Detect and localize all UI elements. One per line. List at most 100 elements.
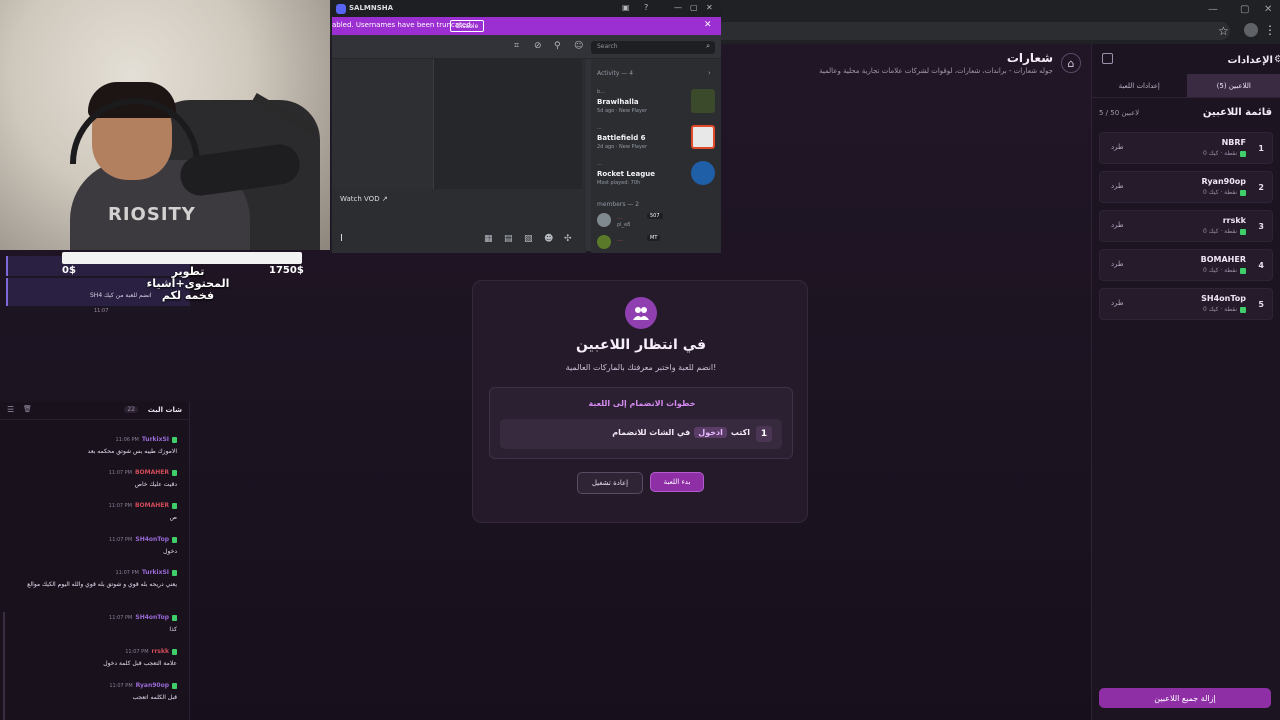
- activity-item[interactable]: ... Battlefield 6 2d ago · New Player: [595, 123, 717, 157]
- kick-badge-icon: [172, 682, 177, 689]
- player-score: 0 نقطة · كيك: [1203, 189, 1246, 196]
- kick-button[interactable]: طرد: [1111, 182, 1124, 190]
- message-text: ص: [169, 514, 177, 521]
- message-meta: 11:07 PM BOMAHER: [7, 469, 177, 476]
- watch-vod-link[interactable]: Watch VOD ↗: [340, 195, 388, 203]
- home-button[interactable]: ⌂: [1061, 53, 1081, 73]
- help-icon[interactable]: ?: [644, 3, 648, 12]
- maximize-icon[interactable]: ▢: [1240, 4, 1249, 15]
- maximize-icon[interactable]: ▢: [690, 3, 698, 12]
- member-status: pl_e8: [617, 222, 631, 228]
- message-user[interactable]: BOMAHER: [135, 469, 169, 476]
- player-rank: 2: [1258, 183, 1264, 192]
- player-rank: 3: [1258, 222, 1264, 231]
- message-user[interactable]: BOMAHER: [135, 502, 169, 509]
- discord-search-input[interactable]: Search ⌕: [591, 41, 715, 54]
- tab-game-settings[interactable]: إعدادات اللعبة: [1092, 74, 1187, 97]
- activity-item[interactable]: ... Rocket League Most played: 70h: [595, 159, 717, 193]
- minimize-icon[interactable]: —: [674, 3, 682, 12]
- kick-button[interactable]: طرد: [1111, 260, 1124, 268]
- member-row[interactable]: ... 507 pl_e8: [595, 213, 717, 231]
- webcam-overlay: RIOSITY: [0, 0, 330, 250]
- player-score: 0 نقطة · كيك: [1203, 150, 1246, 157]
- avatar: [597, 235, 611, 249]
- trash-icon[interactable]: 🗑: [23, 405, 32, 413]
- discord-titlebar: SALMNSHA ▣ ? — ▢ ✕: [332, 1, 721, 17]
- player-row: 1 NBRF 0 نقطة · كيك طرد: [1099, 132, 1273, 164]
- inbox-icon[interactable]: ▣: [622, 3, 630, 12]
- video-tile: [332, 59, 434, 189]
- message-user[interactable]: SH4onTop: [135, 536, 169, 543]
- close-icon[interactable]: ✕: [706, 3, 713, 12]
- close-icon[interactable]: ✕: [1264, 4, 1272, 15]
- discord-server-name: SALMNSHA: [349, 4, 394, 12]
- kick-button[interactable]: طرد: [1111, 143, 1124, 151]
- message-user[interactable]: TurkixSI: [142, 569, 169, 576]
- restart-button[interactable]: إعادة تشغيل: [577, 472, 643, 494]
- collapse-sidebar-icon[interactable]: [1102, 53, 1113, 64]
- sidebar-title: الإعدادات: [1227, 55, 1273, 66]
- game-name: Battlefield 6: [597, 134, 646, 142]
- member-row[interactable]: ... MT: [595, 235, 717, 253]
- profile-avatar[interactable]: [1244, 23, 1258, 37]
- message-time: 11:07 PM: [108, 502, 132, 509]
- bookmark-star-icon[interactable]: ☆: [1218, 24, 1229, 38]
- sidebar-tabs: إعدادات اللعبة اللاعبين (5): [1092, 74, 1280, 98]
- emoji-icon[interactable]: ☻: [544, 234, 553, 244]
- gif-icon[interactable]: ▤: [504, 234, 513, 244]
- message-text: كذا: [169, 626, 177, 633]
- message-user[interactable]: Ryan90op: [136, 682, 169, 689]
- threads-icon[interactable]: ⌗: [514, 41, 519, 51]
- minimize-icon[interactable]: —: [1208, 4, 1218, 15]
- message-user[interactable]: SH4onTop: [135, 614, 169, 621]
- start-game-button[interactable]: بدء اللعبة: [650, 472, 704, 492]
- disable-button[interactable]: Disable: [450, 20, 485, 32]
- kick-button[interactable]: طرد: [1111, 299, 1124, 307]
- member-tag: MT: [647, 235, 661, 241]
- apps-icon[interactable]: ✣: [564, 234, 572, 244]
- player-name: NBRF: [1221, 138, 1246, 147]
- tab-players[interactable]: اللاعبين (5): [1186, 74, 1280, 97]
- message-user[interactable]: rrskk: [152, 648, 169, 655]
- discord-toolbar: ⌗ ⊘ ⚲ ☺ Search ⌕: [332, 35, 721, 59]
- stream-chat: ☰ 🗑 22 شات البث 11:06 PM TurkixSI الاموزك…: [0, 402, 190, 720]
- message-user[interactable]: TurkixSI: [142, 436, 169, 443]
- activity-item[interactable]: b... Brawlhalla 5d ago · New Player: [595, 87, 717, 121]
- player-score-text: 0 نقطة · كيك: [1202, 189, 1237, 196]
- remove-all-players-button[interactable]: إزالة جميع اللاعبين: [1099, 688, 1271, 708]
- browser-menu-icon[interactable]: ⋮: [1264, 23, 1276, 37]
- join-steps-box: خطوات الانضمام إلى اللعبة 1 في الشات للا…: [489, 387, 793, 459]
- message-meta: 11:07 PM TurkixSI: [7, 569, 177, 576]
- battlefield-art-icon: [691, 125, 715, 149]
- users-icon: [625, 297, 657, 329]
- gift-icon[interactable]: ▦: [484, 234, 493, 244]
- sticker-icon[interactable]: ▧: [524, 234, 533, 244]
- close-banner-icon[interactable]: ✕: [704, 20, 712, 30]
- members-icon[interactable]: ☺: [574, 41, 583, 51]
- chevron-right-icon[interactable]: ›: [708, 69, 711, 77]
- join-step: 1 في الشات للانضمام ادخول اكتب: [500, 419, 782, 449]
- message-meta: 11:07 PM Ryan90op: [7, 682, 177, 689]
- list-icon[interactable]: ☰: [7, 405, 14, 414]
- message-input[interactable]: I ▦ ▤ ▧ ☻ ✣: [332, 227, 586, 253]
- game-name: Brawlhalla: [597, 98, 639, 106]
- player-score: 0 نقطة · كيك: [1203, 267, 1246, 274]
- message-text: دقيت عليك خاص: [134, 481, 177, 488]
- mute-icon[interactable]: ⊘: [534, 41, 542, 51]
- kick-badge-icon: [172, 502, 177, 509]
- chat-scrollbar[interactable]: [3, 612, 5, 720]
- player-row: 3 rrskk 0 نقطة · كيك طرد: [1099, 210, 1273, 242]
- message-time: 11:07 PM: [115, 569, 139, 576]
- message-text: يعني دريحه بله قوي و شوتق بله قوي والله …: [27, 581, 177, 588]
- watch-vod-label: Watch VOD: [340, 195, 380, 203]
- donation-current: 0$: [62, 265, 76, 276]
- pin-icon[interactable]: ⚲: [554, 41, 561, 51]
- donation-progress-bar: [62, 252, 302, 264]
- settings-sidebar: الإعدادات ⚙ إعدادات اللعبة اللاعبين (5) …: [1091, 44, 1280, 720]
- avatar: [597, 213, 611, 227]
- message-time: 11:07 PM: [109, 536, 133, 543]
- member-tag: 507: [647, 213, 663, 219]
- join-steps-title: خطوات الانضمام إلى اللعبة: [588, 399, 696, 408]
- kick-button[interactable]: طرد: [1111, 221, 1124, 229]
- chat-header: ☰ 🗑 22 شات البث: [0, 402, 190, 420]
